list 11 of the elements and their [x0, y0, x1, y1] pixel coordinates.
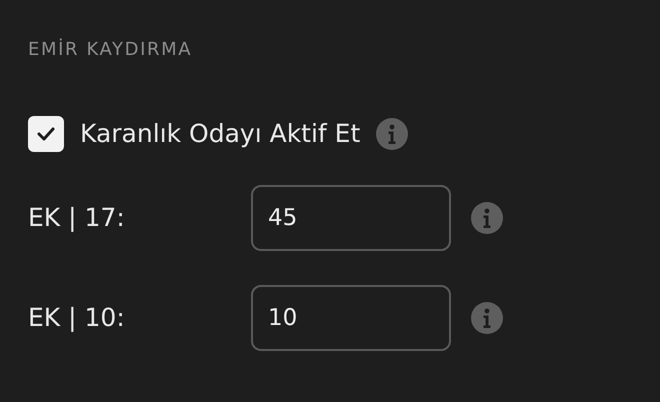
- info-icon[interactable]: [471, 302, 503, 334]
- section-title: EMİR KAYDIRMA: [28, 38, 194, 62]
- check-icon: [37, 127, 55, 141]
- field-label: EK | 17:: [28, 202, 126, 234]
- info-icon[interactable]: [376, 118, 408, 150]
- field-label: EK | 10:: [28, 302, 126, 334]
- input-field[interactable]: 45: [251, 185, 451, 251]
- input-field[interactable]: 10: [251, 285, 451, 351]
- info-icon[interactable]: [471, 202, 503, 234]
- checkbox[interactable]: [28, 116, 64, 152]
- checkbox-label: Karanlık Odayı Aktif Et: [80, 119, 360, 149]
